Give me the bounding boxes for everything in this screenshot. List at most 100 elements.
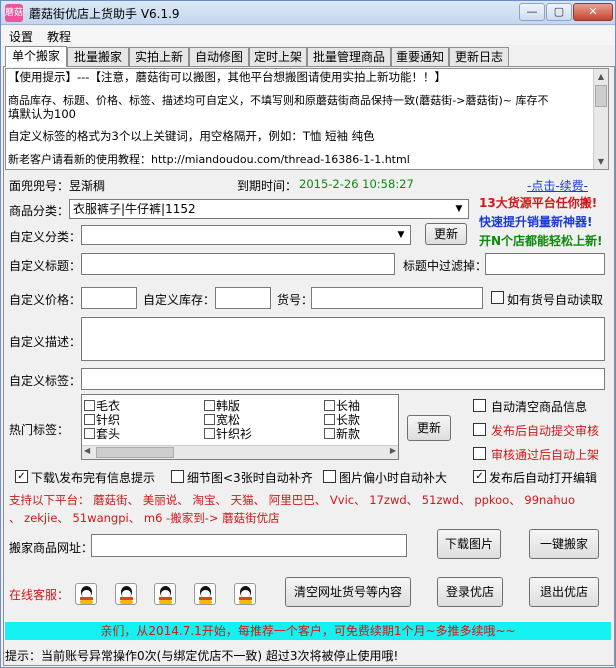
- custom-title-input[interactable]: [81, 253, 395, 275]
- qq-support-icon[interactable]: [234, 583, 256, 605]
- hot-tag-item[interactable]: 套头: [84, 425, 120, 442]
- qq-support-icon[interactable]: [154, 583, 176, 605]
- platforms-line-2: 、 zekjie、 51wangpi、 m6 -搬家到-> 蘑菇街优店: [9, 511, 280, 525]
- qq-support-icon[interactable]: [194, 583, 216, 605]
- window-title: 蘑菇街优店上货助手 V6.1.9: [29, 7, 180, 21]
- renew-link[interactable]: -点击-续费-: [527, 177, 588, 194]
- custom-desc-label: 自定义描述：: [9, 335, 82, 349]
- tag-checkbox[interactable]: [324, 414, 335, 425]
- category-select-value: 衣服裤子|牛仔裤|1152: [73, 202, 196, 216]
- scroll-left-icon[interactable]: ◀: [84, 446, 90, 455]
- tab-batch-manage[interactable]: 批量管理商品: [307, 47, 391, 67]
- scroll-thumb[interactable]: [595, 85, 607, 107]
- menu-bar: 设置 教程: [1, 26, 615, 45]
- minimize-button[interactable]: —: [519, 3, 545, 21]
- notice-textarea[interactable]: 【使用提示】---【注意，蘑菇街可以搬图，其他平台想搬图请使用实拍上新功能！！】…: [5, 68, 609, 170]
- custom-price-label: 自定义价格：: [9, 293, 82, 307]
- hot-tags-list: 毛衣 韩版 长袖 针织 宽松 长款 套头 针织衫 新款 ◀ ▶: [81, 394, 399, 460]
- custom-desc-input[interactable]: [81, 317, 605, 361]
- notice-line: 商品库存、标题、价格、标签、描述均可自定义，不填写则和原蘑菇街商品保持一致(蘑菇…: [8, 94, 549, 107]
- custom-category-label: 自定义分类：: [9, 230, 82, 244]
- tag-checkbox[interactable]: [84, 414, 95, 425]
- shop-value: 昱渐稠: [69, 179, 106, 193]
- detail-fill-checkbox[interactable]: [171, 470, 184, 483]
- title-filter-input[interactable]: [485, 253, 605, 275]
- auto-clear-checkbox[interactable]: [473, 399, 486, 412]
- tag-checkbox[interactable]: [84, 400, 95, 411]
- auto-clear-label: 自动清空商品信息: [491, 400, 588, 414]
- tab-single-move[interactable]: 单个搬家: [5, 46, 67, 67]
- login-shop-button[interactable]: 登录优店: [437, 577, 503, 607]
- auto-open-edit-label: 发布后自动打开编辑: [489, 471, 598, 485]
- sku-label: 货号：: [277, 293, 314, 307]
- qq-support-icon[interactable]: [115, 583, 137, 605]
- sku-input[interactable]: [311, 287, 483, 309]
- info-prompt-label: 下载\发布完有信息提示: [31, 471, 156, 485]
- scroll-right-icon[interactable]: ▶: [390, 446, 396, 455]
- info-prompt-checkbox[interactable]: ✓: [15, 470, 28, 483]
- logout-shop-button[interactable]: 退出优店: [529, 577, 599, 607]
- auto-open-edit-checkbox[interactable]: ✓: [473, 470, 486, 483]
- url-label: 搬家商品网址：: [9, 541, 94, 555]
- chevron-down-icon[interactable]: ▼: [393, 227, 409, 243]
- title-filter-label: 标题中过滤掉：: [403, 259, 488, 273]
- auto-list-label: 审核通过后自动上架: [491, 448, 600, 462]
- close-button[interactable]: ✕: [573, 3, 613, 21]
- menu-settings[interactable]: 设置: [9, 28, 33, 45]
- menu-tutorial[interactable]: 教程: [47, 28, 71, 45]
- category-label: 商品分类：: [9, 204, 70, 218]
- scroll-up-icon[interactable]: ▲: [594, 69, 608, 84]
- tag-checkbox[interactable]: [204, 428, 215, 439]
- platforms-line-1: 支持以下平台： 蘑菇街、 美丽说、 淘宝、 天猫、 阿里巴巴、 Vvic、 17…: [9, 493, 575, 507]
- custom-tags-input[interactable]: [81, 368, 605, 390]
- scroll-thumb[interactable]: [96, 447, 174, 458]
- tag-checkbox[interactable]: [324, 400, 335, 411]
- shop-label: 面兜兜号：: [9, 179, 70, 193]
- hot-tags-label: 热门标签：: [9, 423, 70, 437]
- tag-checkbox[interactable]: [324, 428, 335, 439]
- scroll-down-icon[interactable]: ▼: [594, 154, 608, 169]
- tag-checkbox[interactable]: [204, 400, 215, 411]
- custom-stock-input[interactable]: [215, 287, 271, 309]
- hot-tags-scrollbar[interactable]: ◀ ▶: [82, 445, 398, 459]
- app-logo-icon: 蘑菇: [5, 4, 23, 22]
- notice-line: 新老客户请看新的使用教程：http://miandoudou.com/threa…: [8, 153, 410, 166]
- tab-photo-new[interactable]: 实拍上新: [129, 47, 189, 67]
- category-select[interactable]: 衣服裤子|牛仔裤|1152 ▼: [69, 199, 469, 219]
- hot-tag-item[interactable]: 针织衫: [204, 425, 252, 442]
- tag-label: 针织衫: [216, 427, 253, 441]
- tab-auto-retouch[interactable]: 自动修图: [189, 47, 249, 67]
- tab-changelog[interactable]: 更新日志: [449, 47, 509, 67]
- url-input[interactable]: [91, 534, 407, 557]
- notice-line: 【使用提示】---【注意，蘑菇街可以搬图，其他平台想搬图请使用实拍上新功能！！】: [8, 70, 446, 84]
- custom-category-select[interactable]: ▼: [81, 225, 411, 245]
- upscale-checkbox[interactable]: [323, 470, 336, 483]
- auto-read-sku-label: 如有货号自动读取: [507, 293, 604, 307]
- chevron-down-icon[interactable]: ▼: [451, 201, 467, 217]
- status-bar: 提示：当前账号异常操作0次(与绑定优店不一致) 超过3次将被停止使用哦!: [5, 649, 399, 663]
- auto-read-sku-checkbox[interactable]: [491, 291, 504, 304]
- title-bar[interactable]: 蘑菇 蘑菇街优店上货助手 V6.1.9 — ▢ ✕: [1, 1, 615, 25]
- auto-submit-review-label: 发布后自动提交审核: [491, 424, 600, 438]
- custom-price-input[interactable]: [81, 287, 137, 309]
- tag-label: 套头: [96, 427, 121, 441]
- qq-support-icon[interactable]: [75, 583, 97, 605]
- hot-tags-refresh-button[interactable]: 更新: [407, 415, 451, 441]
- tag-checkbox[interactable]: [84, 428, 95, 439]
- notice-scrollbar[interactable]: ▲ ▼: [593, 69, 608, 169]
- tab-batch-move[interactable]: 批量搬家: [67, 47, 129, 67]
- expire-value: 2015-2-26 10:58:27: [299, 177, 414, 191]
- clear-content-button[interactable]: 清空网址货号等内容: [285, 577, 411, 607]
- download-images-button[interactable]: 下载图片: [437, 529, 501, 559]
- hot-tag-item[interactable]: 新款: [324, 425, 360, 442]
- tab-notices[interactable]: 重要通知: [391, 47, 449, 67]
- category-refresh-button[interactable]: 更新: [425, 223, 467, 245]
- custom-tags-label: 自定义标签：: [9, 374, 82, 388]
- tab-timed-listing[interactable]: 定时上架: [249, 47, 307, 67]
- maximize-button[interactable]: ▢: [546, 3, 572, 21]
- auto-submit-review-checkbox[interactable]: [473, 423, 486, 436]
- tag-checkbox[interactable]: [204, 414, 215, 425]
- promo-line-1: 13大货源平台任你搬!: [479, 196, 598, 210]
- auto-list-checkbox[interactable]: [473, 447, 486, 460]
- one-click-move-button[interactable]: 一键搬家: [529, 529, 599, 559]
